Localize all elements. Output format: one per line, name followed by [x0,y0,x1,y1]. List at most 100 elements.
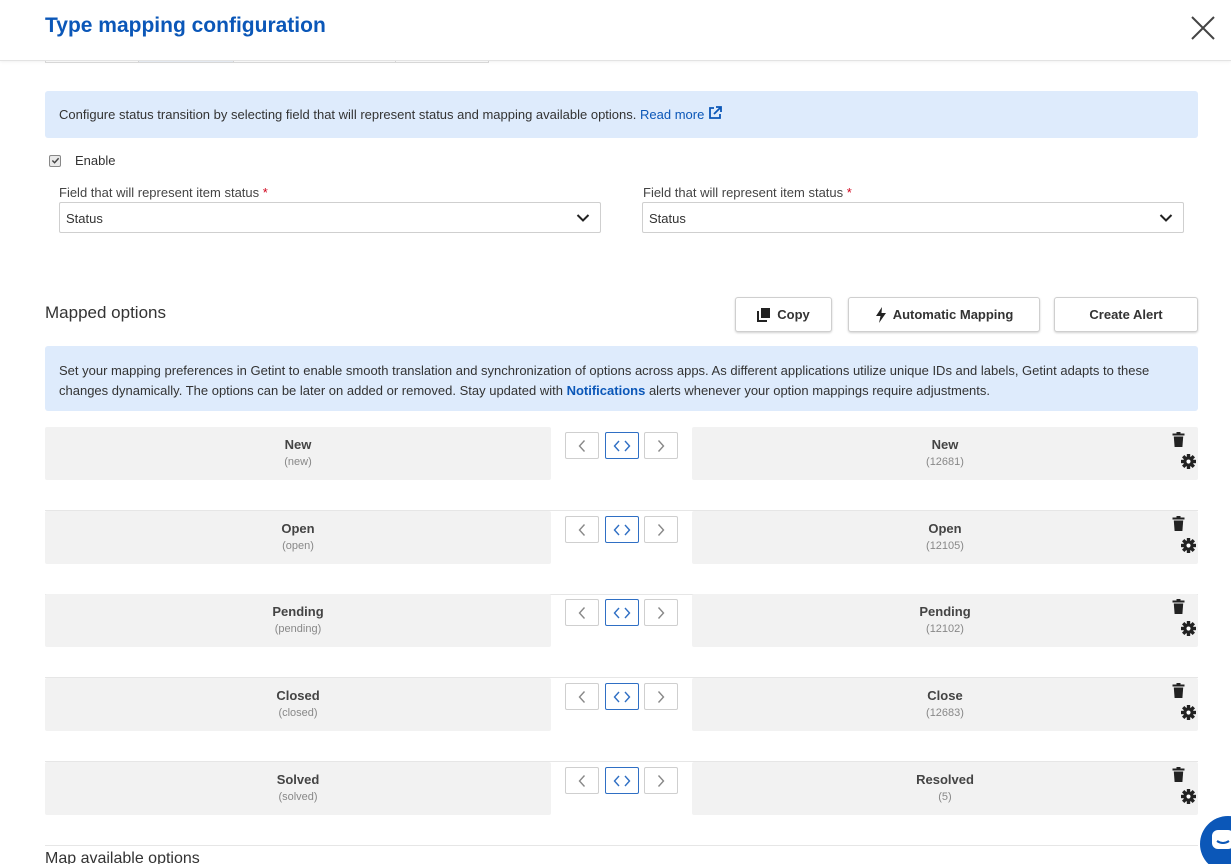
left-option[interactable]: Open (open) [45,511,551,564]
right-select-value: Status [649,211,686,226]
read-more-label[interactable]: Read more [640,107,704,122]
mapping-row: Closed (closed) Close (12683) [45,678,1198,762]
trash-icon[interactable] [1172,767,1185,782]
map-left-button[interactable] [565,599,599,626]
bidirectional-icon [613,440,631,451]
chevron-right-icon [657,690,665,703]
trash-icon[interactable] [1172,683,1185,698]
trash-icon[interactable] [1172,516,1185,531]
check-icon [51,157,59,164]
gear-icon[interactable] [1181,538,1196,553]
chat-icon [1212,830,1231,849]
right-option-id: (12102) [926,623,964,635]
status-info-text: Configure status transition by selecting… [59,107,637,122]
automatic-mapping-label: Automatic Mapping [892,307,1014,322]
map-left-button[interactable] [565,516,599,543]
chevron-left-icon [578,439,586,452]
gear-icon[interactable] [1181,789,1196,804]
map-both-button[interactable] [605,683,639,710]
mapping-row: Solved (solved) Resolved (5) [45,762,1198,846]
left-option-label: New [284,437,312,452]
left-option-label: Solved [276,772,320,787]
status-info-box: Configure status transition by selecting… [45,91,1198,138]
external-link-icon[interactable] [708,106,722,120]
left-select-value: Status [66,211,103,226]
create-alert-button[interactable]: Create Alert [1054,297,1198,332]
right-option-label: New [931,437,959,452]
map-available-options-title: Map available options [45,850,200,864]
mapping-row: New (new) New (12681) [45,427,1198,511]
left-option[interactable]: Pending (pending) [45,594,551,647]
right-status-select[interactable]: Status [642,202,1184,233]
required-mark: * [846,185,852,200]
required-mark: * [262,185,268,200]
map-left-button[interactable] [565,767,599,794]
map-right-button[interactable] [644,767,678,794]
left-option-label: Open [281,521,315,536]
map-right-button[interactable] [644,683,678,710]
notice-text-after: alerts whenever your option mappings req… [648,382,991,398]
mapping-notice-box: Set your mapping preferences in Getint t… [45,346,1198,411]
left-field-label-text: Field that will represent item status [59,185,260,200]
gear-icon[interactable] [1181,621,1196,636]
right-option-label: Pending [919,604,971,619]
trash-icon[interactable] [1172,432,1185,447]
automatic-mapping-button[interactable]: Automatic Mapping [848,297,1040,332]
map-both-button[interactable] [605,599,639,626]
map-both-button[interactable] [605,767,639,794]
modal-title: Type mapping configuration [45,14,326,37]
enable-label: Enable [75,153,116,168]
bidirectional-icon [613,607,631,618]
right-option[interactable]: Resolved (5) [692,762,1198,815]
right-option[interactable]: Open (12105) [692,511,1198,564]
chevron-left-icon [578,523,586,536]
bidirectional-icon [613,524,631,535]
mapping-row: Open (open) Open (12105) [45,511,1198,595]
right-field-label-text: Field that will represent item status [643,185,844,200]
right-option-id: (5) [938,791,952,803]
lightning-icon [875,306,886,323]
map-right-button[interactable] [644,599,678,626]
left-option-id: (open) [282,540,314,552]
copy-button[interactable]: Copy [735,297,832,332]
right-option-id: (12681) [926,456,964,468]
right-field-label: Field that will represent item status * [643,185,852,200]
chevron-left-icon [578,774,586,787]
left-option[interactable]: Closed (closed) [45,678,551,731]
map-right-button[interactable] [644,432,678,459]
left-option-label: Pending [272,604,324,619]
right-option[interactable]: Close (12683) [692,678,1198,731]
chevron-right-icon [657,523,665,536]
chevron-left-icon [578,690,586,703]
chevron-right-icon [657,439,665,452]
read-more-link[interactable]: Read more [640,106,722,122]
bidirectional-icon [613,775,631,786]
map-right-button[interactable] [644,516,678,543]
gear-icon[interactable] [1181,454,1196,469]
modal-header: Type mapping configuration [0,0,1231,61]
map-both-button[interactable] [605,516,639,543]
left-status-select[interactable]: Status [59,202,601,233]
right-option[interactable]: Pending (12102) [692,594,1198,647]
chevron-down-icon [1159,214,1173,222]
chat-widget-button[interactable] [1200,816,1231,864]
left-option-id: (new) [284,456,312,468]
create-alert-label: Create Alert [1089,307,1163,322]
gear-icon[interactable] [1181,705,1196,720]
copy-label: Copy [777,307,810,322]
copy-icon [757,308,771,322]
map-left-button[interactable] [565,432,599,459]
left-option[interactable]: Solved (solved) [45,762,551,815]
left-option[interactable]: New (new) [45,427,551,480]
enable-checkbox[interactable] [49,154,61,167]
right-option[interactable]: New (12681) [692,427,1198,480]
notifications-link[interactable]: Notifications [567,383,646,398]
close-icon[interactable] [1188,13,1218,43]
trash-icon[interactable] [1172,599,1185,614]
map-both-button[interactable] [605,432,639,459]
map-left-button[interactable] [565,683,599,710]
right-option-label: Resolved [916,772,974,787]
enable-row[interactable]: Enable [49,153,115,168]
mapping-row: Pending (pending) Pending (12102) [45,594,1198,678]
chevron-right-icon [657,606,665,619]
